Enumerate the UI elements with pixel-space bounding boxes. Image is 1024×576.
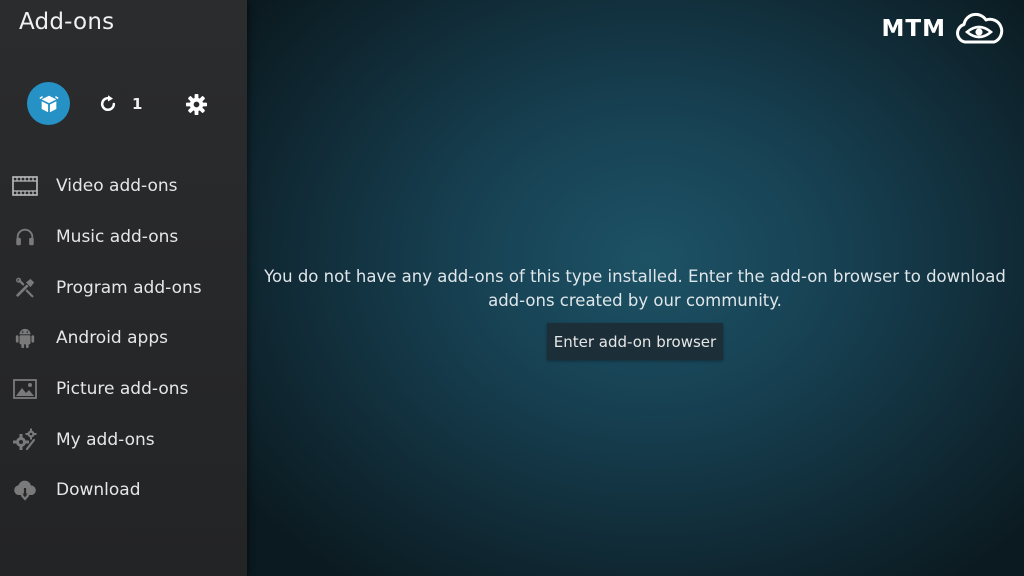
- refresh-icon: [100, 94, 116, 111]
- sidebar-item-label: My add-ons: [56, 429, 155, 450]
- brand-logo: MTM: [882, 11, 1004, 47]
- sidebar-item-android-apps[interactable]: Android apps: [0, 313, 247, 364]
- open-box-icon: [38, 95, 59, 112]
- sidebar-item-label: Music add-ons: [56, 227, 179, 248]
- addon-box-button[interactable]: [27, 82, 70, 125]
- sidebar-item-music-addons[interactable]: Music add-ons: [0, 212, 247, 263]
- cloud-eye-icon: [956, 12, 1004, 44]
- sidebar-item-program-addons[interactable]: Program add-ons: [0, 262, 247, 313]
- sidebar-item-download[interactable]: Download: [0, 465, 247, 516]
- empty-state-message: You do not have any add-ons of this type…: [264, 267, 1006, 310]
- picture-icon: [11, 377, 38, 401]
- sidebar-item-picture-addons[interactable]: Picture add-ons: [0, 364, 247, 415]
- top-controls: 1: [27, 82, 227, 125]
- headphones-icon: [11, 225, 38, 249]
- sidebar-item-label: Android apps: [56, 328, 168, 349]
- app-window: Add-ons 1 Video add-ons Music add-ons Pr…: [0, 0, 1024, 576]
- sidebar-item-my-addons[interactable]: My add-ons: [0, 414, 247, 465]
- cloud-download-icon: [11, 478, 38, 502]
- enter-addon-browser-button[interactable]: Enter add-on browser: [547, 323, 723, 360]
- android-icon: [11, 326, 38, 350]
- sidebar-item-label: Picture add-ons: [56, 379, 189, 400]
- updates-count: 1: [132, 94, 143, 113]
- tools-icon: [11, 276, 38, 300]
- sidebar-item-label: Video add-ons: [56, 176, 178, 197]
- sidebar-item-label: Program add-ons: [56, 277, 202, 298]
- updates-button[interactable]: 1: [98, 90, 142, 117]
- gears-icon: [11, 428, 38, 452]
- logo-text: MTM: [881, 16, 946, 42]
- settings-button[interactable]: [184, 92, 208, 116]
- page-title: Add-ons: [19, 9, 115, 35]
- addon-category-menu: Video add-ons Music add-ons Program add-…: [0, 161, 247, 516]
- sidebar-item-video-addons[interactable]: Video add-ons: [0, 161, 247, 212]
- gear-icon: [185, 93, 207, 115]
- sidebar-item-label: Download: [56, 480, 141, 501]
- sidebar: Add-ons 1 Video add-ons Music add-ons Pr…: [0, 0, 247, 576]
- film-icon: [11, 174, 38, 198]
